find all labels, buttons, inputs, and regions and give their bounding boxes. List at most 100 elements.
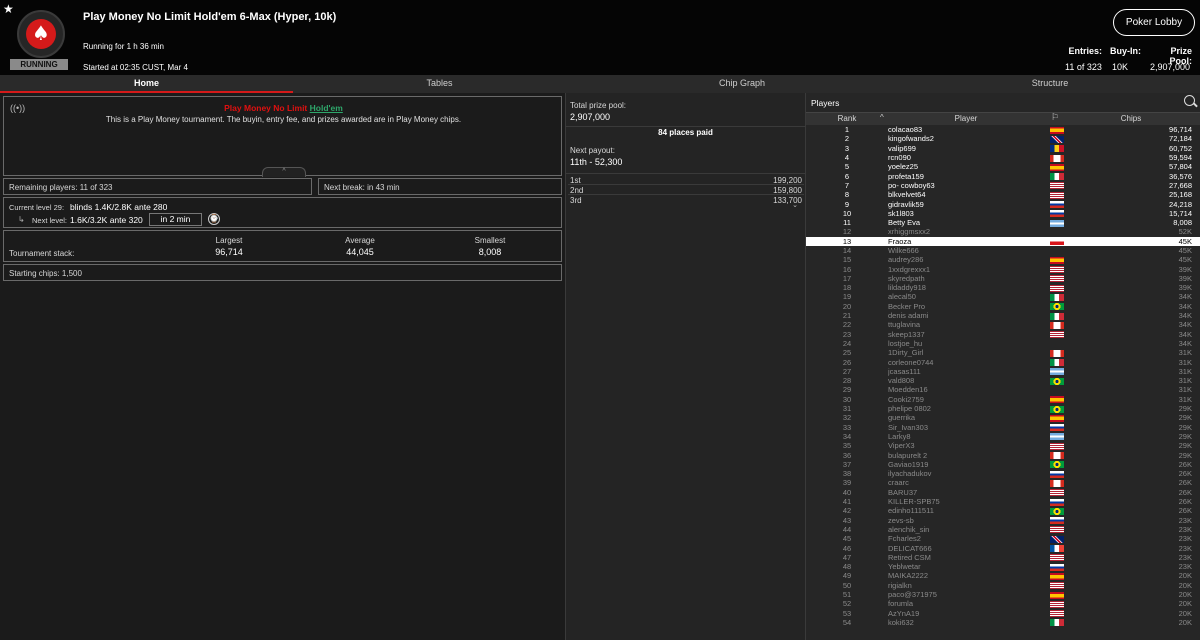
player-row[interactable]: 23 skeep1337 34K [806,330,1200,339]
player-column-header[interactable]: Player [946,114,986,123]
player-row[interactable]: 45 Fcharles2 23K [806,534,1200,543]
player-row[interactable]: 43 zevs-sb 23K [806,515,1200,525]
players-list[interactable]: 1 colacao83 96,714 2 kingofwands2 72,184 3 vali… [806,125,1200,640]
player-row[interactable]: 53 AzYnA19 20K [806,608,1200,618]
sort-asc-icon: ^ [880,113,884,122]
flag-column-icon[interactable]: ⚐ [1051,112,1059,123]
player-row[interactable]: 5 yoelez25 57,804 [806,162,1200,171]
player-row[interactable]: 47 Retired CSM 23K [806,553,1200,562]
player-row[interactable]: 14 Wilke666 45K [806,246,1200,255]
player-row[interactable]: 13 Fraoza 45K [806,236,1200,246]
chevron-down-icon[interactable]: ⌄ [792,201,798,209]
player-row[interactable]: 3 valip699 60,752 [806,144,1200,153]
smallest-value: 8,008 [478,247,502,257]
player-row[interactable]: 37 Gaviao1919 26K [806,460,1200,469]
player-row[interactable]: 8 blkvelvet64 25,168 [806,190,1200,199]
player-row[interactable]: 44 alenchik_sin 23K [806,525,1200,534]
next-level-label: Next level: [32,216,68,225]
player-row[interactable]: 30 Cooki2759 31K [806,395,1200,404]
player-row[interactable]: 19 alecal50 34K [806,292,1200,301]
player-row[interactable]: 27 jcasas111 31K [806,367,1200,376]
player-row[interactable]: 32 guerrika 29K [806,413,1200,422]
player-flag-cell [1048,302,1074,311]
player-row[interactable]: 38 ilyachadukov 26K [806,469,1200,478]
player-row[interactable]: 46 DELICAT666 23K [806,543,1200,553]
country-flag-icon [1050,600,1064,608]
tab-home[interactable]: Home [0,75,293,93]
player-chips: 23K [1178,534,1192,544]
player-name: MAIKA2222 [888,571,929,581]
player-chips: 39K [1178,273,1192,283]
chips-column-header[interactable]: Chips [1106,114,1156,123]
player-row[interactable]: 33 Sir_Ivan303 29K [806,423,1200,432]
player-row[interactable]: 25 1Dirty_Girl 31K [806,348,1200,357]
holdem-link[interactable]: Hold'em [310,103,343,113]
player-row[interactable]: 21 denis adami 34K [806,311,1200,320]
player-row[interactable]: 18 lildaddy918 39K [806,283,1200,292]
player-name: colacao83 [888,125,923,135]
player-row[interactable]: 7 po- cowboy63 27,668 [806,181,1200,190]
player-row[interactable]: 11 Betty Eva 8,008 [806,218,1200,227]
player-row[interactable]: 10 sk1l803 15,714 [806,209,1200,218]
player-row[interactable]: 17 skyredpath 39K [806,274,1200,283]
player-row[interactable]: 4 rcn090 59,594 [806,153,1200,162]
notice-text: This is a Play Money tournament. The buy… [105,115,462,124]
player-row[interactable]: 49 MAIKA2222 20K [806,571,1200,580]
player-row[interactable]: 51 paco@371975 20K [806,590,1200,599]
next-level-value: 1.6K/3.2K ante 320 [70,215,143,225]
tab-chip-graph[interactable]: Chip Graph [590,75,894,93]
player-name: skyredpath [888,273,925,283]
player-chips: 23K [1178,562,1192,572]
player-chips: 26K [1178,497,1192,507]
player-row[interactable]: 41 KILLER-SPB75 26K [806,497,1200,506]
player-row[interactable]: 15 audrey286 45K [806,255,1200,264]
player-row[interactable]: 24 lostjoe_hu 34K [806,339,1200,348]
payout-list[interactable]: 1st 199,200 2nd 159,800 3rd 133,700 ⌄ [568,175,804,209]
player-row[interactable]: 16 1xxdgrexxx1 39K [806,264,1200,274]
player-row[interactable]: 22 ttuglavina 34K [806,320,1200,329]
player-row[interactable]: 28 vald808 31K [806,376,1200,385]
next-break-box: Next break: in 43 min [318,178,562,195]
player-row[interactable]: 35 ViperX3 29K [806,441,1200,450]
player-row[interactable]: 42 edinho111511 26K [806,506,1200,515]
player-row[interactable]: 6 profeta159 36,576 [806,171,1200,181]
collapse-chevron-icon[interactable]: ^ [262,167,306,177]
player-row[interactable]: 29 Moedden16 31K [806,385,1200,394]
player-flag-cell [1048,264,1074,274]
player-row[interactable]: 36 bulapurelt 2 29K [806,450,1200,460]
country-flag-icon [1050,470,1064,478]
poker-lobby-button[interactable]: Poker Lobby [1113,9,1195,36]
country-flag-icon [1050,256,1064,264]
player-row[interactable]: 12 xrhiggmsxx2 52K [806,227,1200,236]
remaining-players: Remaining players: 11 of 323 [9,183,113,192]
player-flag-cell [1048,292,1074,301]
search-icon[interactable] [1184,95,1198,108]
player-row[interactable]: 39 craarc 26K [806,478,1200,487]
player-row[interactable]: 34 Larky8 29K [806,432,1200,441]
player-row[interactable]: 2 kingofwands2 72,184 [806,134,1200,143]
player-row[interactable]: 54 koki632 20K [806,618,1200,627]
player-name: alecal50 [888,292,916,302]
country-flag-icon [1050,201,1064,209]
tab-tables[interactable]: Tables [293,75,586,93]
player-row[interactable]: 50 rigialkn 20K [806,581,1200,590]
favorite-star-icon[interactable]: ★ [3,2,14,16]
players-table-header: Rank ^ Player ⚐ Chips [806,112,1200,125]
player-flag-cell [1048,423,1074,432]
average-label: Average [345,236,375,245]
country-flag-icon [1050,331,1064,339]
rank-column-header[interactable]: Rank [832,114,862,123]
player-row[interactable]: 52 forumla 20K [806,599,1200,608]
player-row[interactable]: 9 gidravlik59 24,218 [806,199,1200,209]
player-row[interactable]: 20 Becker Pro 34K [806,302,1200,311]
player-rank: 35 [842,441,852,451]
player-chips: 8,008 [1173,218,1192,228]
player-row[interactable]: 48 Yeblwetar 23K [806,562,1200,571]
tab-structure[interactable]: Structure [900,75,1200,93]
player-row[interactable]: 1 colacao83 96,714 [806,125,1200,134]
player-row[interactable]: 40 BARU37 26K [806,488,1200,497]
country-flag-icon [1050,294,1064,301]
player-rank: 10 [842,208,852,218]
player-row[interactable]: 31 phelipe 0802 29K [806,404,1200,413]
player-row[interactable]: 26 corleone0744 31K [806,357,1200,367]
